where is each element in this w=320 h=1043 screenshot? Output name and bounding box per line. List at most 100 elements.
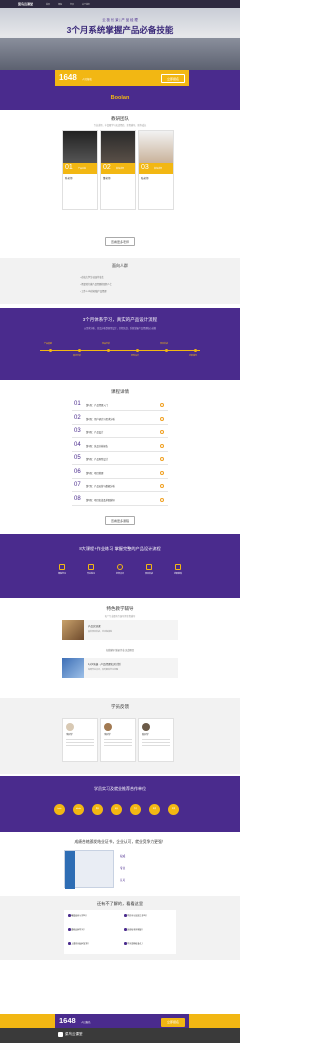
- course-num: 05: [74, 455, 81, 461]
- nav-item-home[interactable]: 首页: [46, 3, 50, 6]
- path-step: 原型设计: [131, 355, 140, 357]
- course-title: 第8周：项目实战及求职辅导: [86, 499, 115, 502]
- feature-card: 产品实训课 真实项目实战，全流程演练: [62, 620, 178, 640]
- certificate-point: 认可: [120, 879, 126, 882]
- student-card: 李同学: [100, 718, 136, 762]
- edit-icon: [88, 564, 94, 570]
- footer: 菜鸟云课堂: [0, 1028, 240, 1043]
- hero-banner: 云 极 长 景 | 产 品 经 理 3个月系统掌握产品必备技能: [0, 8, 240, 70]
- path-step: 求职辅导: [189, 355, 198, 357]
- enroll-button[interactable]: 立即报名: [160, 74, 185, 83]
- features-section: 特色教学辅导 每个专业都有专属导师全程辅导 产品实训课 真实项目实战，全流程演练…: [0, 600, 240, 696]
- course-num: 02: [74, 414, 81, 421]
- path-dot: [107, 348, 110, 352]
- course-row[interactable]: 04 第4周：竞品分析报告: [72, 440, 168, 452]
- teacher-card[interactable]: 01 产品总监 陈老师: [62, 130, 98, 210]
- student-card: 陈同学: [138, 718, 174, 762]
- teacher-name: 陆老师: [141, 177, 149, 180]
- faq-item[interactable]: 学完可以找到工作吗？: [124, 914, 148, 918]
- teacher-card[interactable]: 02 资深讲师 董老师: [100, 130, 136, 210]
- students-title: 学员反馈: [111, 704, 129, 709]
- faq-item[interactable]: 课程如何学习？: [68, 928, 86, 932]
- students-section: 学员反馈 李同学 李同学 陈同学: [0, 698, 240, 774]
- practice-item: 求职推荐: [168, 564, 188, 575]
- top-nav: 菜鸟云课堂 首页 课程 学员 关于我们: [0, 0, 240, 8]
- certificate-title: 成绩合格颁发结业证书，企业认可，就业竞争力更强！: [74, 840, 166, 844]
- faq-item[interactable]: 零基础可以学吗？: [68, 914, 88, 918]
- teacher-photo: [139, 131, 173, 163]
- faq-title: 还有不了解的，看看这里: [96, 901, 144, 906]
- arrow-icon[interactable]: [160, 457, 164, 461]
- path-dot: [136, 348, 139, 352]
- audience-title: 面向人群: [112, 263, 128, 268]
- course-num: 06: [74, 468, 81, 475]
- course-row[interactable]: 03 第3周：产品设计: [72, 426, 168, 438]
- certificate-point: 权威: [120, 855, 126, 858]
- teacher-photo: [63, 131, 97, 163]
- arrow-icon[interactable]: [160, 443, 164, 448]
- course-row[interactable]: 06 第6周：项目管理: [72, 467, 168, 479]
- nav-item-courses[interactable]: 课程: [58, 3, 62, 6]
- path-step: 需求分析: [73, 355, 82, 357]
- arrow-icon[interactable]: [160, 470, 164, 475]
- path-dot: [194, 348, 197, 352]
- footer-logo-icon: [58, 1032, 63, 1037]
- nav-item-about[interactable]: 关于我们: [82, 3, 90, 6]
- course-row[interactable]: 05 第5周：产品原型设计: [72, 453, 168, 465]
- path-dot: [165, 348, 168, 352]
- path-subtitle: 从需求分析、竞品分析到原型设计，全程实战，系统掌握产品经理核心技能: [83, 328, 157, 330]
- nav-logo[interactable]: 菜鸟云课堂: [18, 2, 33, 6]
- team-section: 教研团队 专业讲师，丰富教学与实战经验，全程辅导，助你成长 01 产品总监 陈老…: [0, 110, 240, 250]
- course-title: 第4周：竞品分析报告: [86, 445, 108, 448]
- arrow-icon[interactable]: [160, 403, 164, 407]
- faq-item[interactable]: 学习周期有多久？: [124, 942, 144, 946]
- certificate-point: 专业: [120, 867, 126, 870]
- more-courses-button[interactable]: 查看更多课程: [104, 516, 135, 525]
- more-teachers-button[interactable]: 查看更多老师: [104, 237, 135, 246]
- bottom-enroll-count: 1648: [59, 1016, 76, 1025]
- arrow-icon[interactable]: [160, 430, 164, 434]
- arrow-icon[interactable]: [160, 484, 164, 488]
- course-row[interactable]: 08 第8周：项目实战及求职辅导: [72, 494, 168, 506]
- course-title: 第2周：用户研究与需求分析: [86, 418, 115, 421]
- enroll-count: 1648: [59, 73, 77, 82]
- bottom-enroll-button[interactable]: 立即报名: [160, 1017, 185, 1027]
- audience-section: 面向人群 • 在校大学生/应届毕业生 • 希望转行做产品经理的职场人士 • 工作…: [0, 258, 240, 304]
- arrow-icon[interactable]: [160, 497, 164, 502]
- nav-item-students[interactable]: 学员: [70, 3, 74, 6]
- bottom-enroll-note: 人已报名: [81, 1021, 91, 1024]
- teacher-role: 资深讲师: [116, 168, 125, 170]
- teacher-badge: 03 资深讲师: [139, 163, 173, 174]
- course-row[interactable]: 01 第1周：产品经理入门: [72, 399, 168, 411]
- course-num: 07: [74, 482, 81, 488]
- hero-title: 3个月系统掌握产品必备技能: [66, 25, 174, 35]
- audience-item: • 工作1-2年的初级产品经理: [80, 291, 107, 293]
- practice-item: 项目实战: [139, 564, 159, 575]
- book-icon: [59, 564, 65, 570]
- audience-item: • 希望转行做产品经理的职场人士: [80, 284, 112, 286]
- comment-icon: [117, 564, 123, 570]
- path-section: 3个月体系学习，真实的产品设计流程 从需求分析、竞品分析到原型设计，全程实战，系…: [0, 308, 240, 380]
- courses-title: 课程详情: [111, 389, 129, 394]
- teacher-name: 董老师: [103, 177, 111, 180]
- team-title: 教研团队: [111, 116, 129, 121]
- practice-item: 作业练习: [81, 564, 101, 575]
- teacher-num: 01: [65, 164, 73, 171]
- partner-logo: 新浪: [149, 804, 160, 815]
- courses-section: 课程详情 01 第1周：产品经理入门 02 第2周：用户研究与需求分析 03 第…: [0, 384, 240, 532]
- certificate-section: 成绩合格颁发结业证书，企业认可，就业竞争力更强！ 权威 专业 认可: [0, 834, 240, 894]
- course-row[interactable]: 02 第2周：用户研究与需求分析: [72, 413, 168, 425]
- course-title: 第6周：项目管理: [86, 472, 104, 475]
- teacher-card[interactable]: 03 资深讲师 陆老师: [138, 130, 174, 210]
- arrow-icon[interactable]: [160, 416, 164, 421]
- course-title: 第5周：产品原型设计: [86, 459, 108, 461]
- partner-logo: 京东: [130, 804, 141, 815]
- teacher-badge: 01 产品总监: [63, 163, 97, 174]
- faq-item[interactable]: 上课时间如何安排？: [68, 942, 90, 946]
- hero-desk-image: [0, 38, 240, 70]
- faq-item[interactable]: 是否有老师答疑？: [124, 928, 144, 932]
- course-row[interactable]: 07 第7周：产品运营与数据分析: [72, 480, 168, 492]
- student-card: 李同学: [62, 718, 98, 762]
- course-title: 第3周：产品设计: [86, 432, 104, 434]
- avatar: [66, 723, 74, 731]
